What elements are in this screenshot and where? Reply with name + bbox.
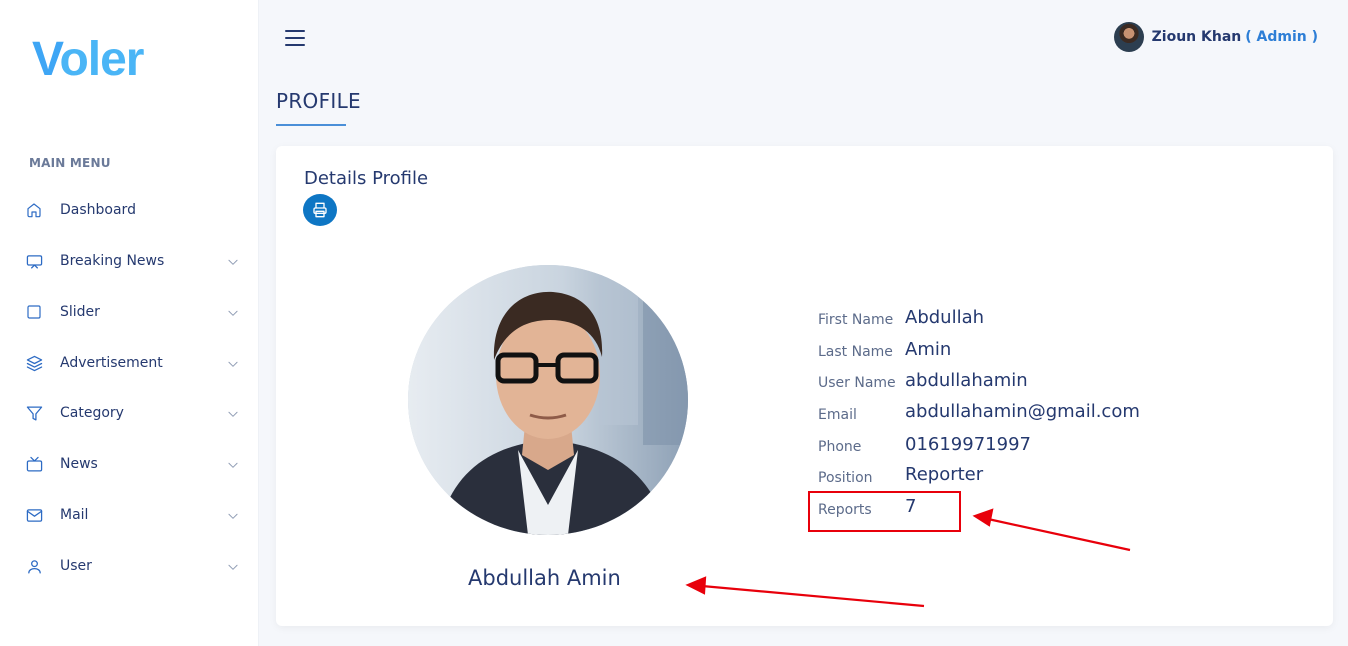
sidebar-item-label: Advertisement (60, 355, 163, 371)
tv-icon (25, 455, 43, 473)
detail-row-last-name: Last Name Amin (818, 333, 1238, 363)
home-icon (25, 201, 43, 219)
detail-row-first-name: First Name Abdullah (818, 301, 1238, 331)
sidebar-item-label: Dashboard (60, 202, 136, 218)
chevron-down-icon (226, 559, 240, 573)
chevron-down-icon (226, 457, 240, 471)
detail-label: Position (818, 470, 873, 486)
sidebar-item-label: Mail (60, 507, 89, 523)
menu-section-title: MAIN MENU (29, 156, 111, 170)
print-button[interactable] (303, 194, 337, 226)
sidebar-item-news[interactable]: News (0, 444, 259, 484)
filter-icon (25, 404, 43, 422)
layers-icon (25, 354, 43, 372)
chevron-down-icon (226, 254, 240, 268)
page-title: PROFILE (276, 89, 361, 113)
square-icon (25, 303, 43, 321)
detail-value: Amin (905, 339, 952, 360)
logo-text: oler (59, 33, 144, 86)
detail-row-user-name: User Name abdullahamin (818, 364, 1238, 394)
sidebar-item-breaking-news[interactable]: Breaking News (0, 241, 259, 281)
sidebar-item-advertisement[interactable]: Advertisement (0, 343, 259, 383)
detail-value: Reporter (905, 464, 984, 485)
sidebar-item-dashboard[interactable]: Dashboard (0, 190, 259, 230)
printer-icon (313, 202, 327, 218)
user-icon (25, 557, 43, 575)
sidebar-item-mail[interactable]: Mail (0, 495, 259, 535)
detail-value: Abdullah (905, 307, 985, 328)
sidebar-item-label: User (60, 558, 92, 574)
user-role: ( Admin ) (1245, 29, 1318, 45)
chevron-down-icon (226, 508, 240, 522)
chevron-down-icon (226, 406, 240, 420)
sidebar-item-category[interactable]: Category (0, 393, 259, 433)
hamburger-icon[interactable] (285, 30, 305, 46)
user-name: Zioun Khan (1151, 29, 1242, 45)
sidebar-item-label: Category (60, 405, 124, 421)
page-title-underline (276, 124, 346, 126)
detail-label: First Name (818, 312, 894, 328)
sidebar: Voler MAIN MENU Dashboard Breaking News … (0, 0, 259, 646)
app-logo[interactable]: Voler (32, 33, 144, 86)
sidebar-item-label: Breaking News (60, 253, 165, 269)
detail-label: Email (818, 407, 857, 423)
detail-value: abdullahamin (905, 370, 1028, 391)
detail-label: User Name (818, 375, 896, 391)
user-menu[interactable]: Zioun Khan ( Admin ) (1113, 22, 1318, 52)
avatar (1113, 22, 1144, 52)
profile-photo (408, 265, 688, 535)
profile-full-name: Abdullah Amin (468, 566, 621, 590)
monitor-icon (25, 252, 43, 270)
detail-label: Last Name (818, 344, 893, 360)
sidebar-item-label: Slider (60, 304, 100, 320)
detail-row-email: Email abdullahamin@gmail.com (818, 396, 1238, 426)
profile-card: Details Profile Abdullah Amin First Name… (276, 146, 1333, 626)
detail-row-phone: Phone 01619971997 (818, 428, 1238, 458)
detail-label: Phone (818, 439, 862, 455)
chevron-down-icon (226, 305, 240, 319)
sidebar-item-slider[interactable]: Slider (0, 292, 259, 332)
sidebar-item-user[interactable]: User (0, 546, 259, 586)
detail-value: abdullahamin@gmail.com (905, 401, 1140, 422)
chevron-down-icon (226, 356, 240, 370)
mail-icon (25, 506, 43, 524)
sidebar-item-label: News (60, 456, 98, 472)
detail-value: 01619971997 (905, 434, 1031, 455)
card-title: Details Profile (304, 168, 429, 189)
detail-row-position: Position Reporter (818, 459, 1238, 489)
annotation-highlight-box (808, 491, 961, 532)
logo-letter-v: V (32, 33, 60, 86)
